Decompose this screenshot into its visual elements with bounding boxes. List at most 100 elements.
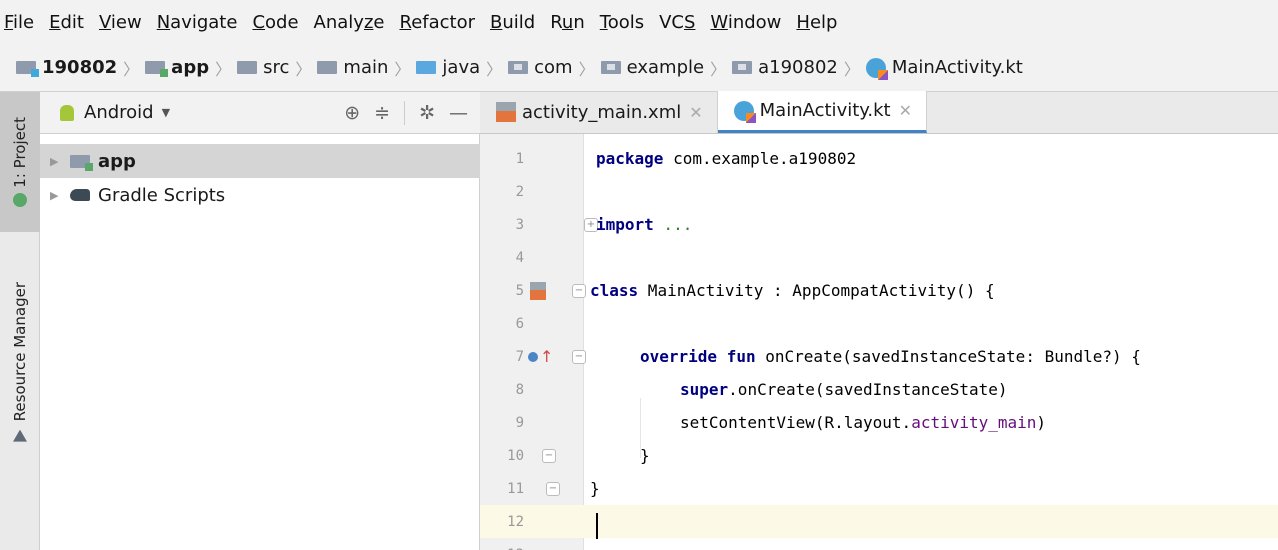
expand-arrow-icon[interactable]: ▶: [50, 189, 70, 202]
menu-view[interactable]: View: [99, 12, 142, 33]
tab-main-activity-kt[interactable]: MainActivity.kt ✕: [717, 91, 927, 133]
menu-edit[interactable]: Edit: [49, 12, 84, 33]
line-number: 10: [507, 447, 524, 464]
menu-tools[interactable]: Tools: [600, 12, 644, 33]
code-line: 1 package com.example.a190802: [480, 142, 1278, 175]
menu-build[interactable]: Build: [490, 12, 535, 33]
hide-panel-icon[interactable]: —: [449, 102, 468, 124]
line-number: 9: [515, 414, 524, 431]
code-line: 11 − }: [480, 472, 1278, 505]
project-panel-header: Android ▼ ⊕ ≑ ✲ —: [40, 92, 480, 134]
code-line: 8 super.onCreate(savedInstanceState): [480, 373, 1278, 406]
kotlin-class-icon: [865, 57, 888, 80]
code-line: 10 − }: [480, 439, 1278, 472]
menu-window[interactable]: Window: [710, 12, 781, 33]
code-line: 5 − class MainActivity : AppCompatActivi…: [480, 274, 1278, 307]
breadcrumb-item-a190802[interactable]: a190802: [732, 57, 838, 78]
overrides-method-icon[interactable]: ↑: [528, 347, 553, 366]
android-project-icon: [13, 193, 27, 208]
line-number: 7: [515, 348, 524, 365]
menu-navigate[interactable]: Navigate: [157, 12, 238, 33]
xml-layout-icon: [496, 102, 516, 122]
fold-end-icon[interactable]: −: [542, 448, 556, 463]
breadcrumb-item-app[interactable]: app: [145, 57, 209, 78]
resource-manager-icon: [13, 429, 27, 442]
chevron-right-icon: 〉: [578, 59, 595, 79]
breadcrumb: 190802 〉 app 〉 src 〉 main 〉 java 〉 com 〉…: [0, 44, 1278, 92]
code-line: 6: [480, 307, 1278, 340]
menu-refactor[interactable]: Refactor: [399, 12, 475, 33]
code-line: 3 + import ...: [480, 208, 1278, 241]
fold-collapse-icon[interactable]: −: [572, 283, 586, 298]
line-number: 4: [515, 249, 524, 266]
breadcrumb-item-main[interactable]: main: [317, 57, 388, 78]
line-number: 2: [515, 183, 524, 200]
gradle-elephant-icon: [70, 189, 90, 201]
module-folder-icon: [16, 61, 39, 77]
code-line: 13: [480, 538, 1278, 550]
line-number: 5: [515, 282, 524, 299]
line-number: 1: [515, 150, 524, 167]
line-number: 8: [515, 381, 524, 398]
module-folder-icon: [70, 154, 93, 171]
project-panel-toolbar: ⊕ ≑ ✲ —: [330, 92, 468, 134]
locate-file-icon[interactable]: ⊕: [344, 102, 360, 124]
tree-item-gradle-scripts[interactable]: ▶ Gradle Scripts: [40, 178, 480, 212]
chevron-right-icon: 〉: [394, 59, 411, 79]
dropdown-caret-icon[interactable]: ▼: [162, 106, 170, 119]
chevron-right-icon: 〉: [843, 59, 860, 79]
chevron-right-icon: 〉: [123, 59, 140, 79]
collapse-all-icon[interactable]: ≑: [374, 102, 390, 124]
breadcrumb-item-file[interactable]: MainActivity.kt: [865, 57, 1023, 80]
project-tool-button[interactable]: 1: Project: [0, 92, 40, 232]
fold-end-icon[interactable]: −: [546, 481, 560, 496]
code-editor[interactable]: 1 package com.example.a190802 2 3 + impo…: [480, 134, 1278, 550]
editor-tabs: activity_main.xml ✕ MainActivity.kt ✕: [480, 91, 1278, 134]
folder-icon: [317, 61, 338, 74]
folder-icon: [237, 61, 258, 74]
text-cursor: [596, 513, 598, 539]
breadcrumb-item-java[interactable]: java: [416, 57, 480, 78]
related-layout-icon[interactable]: [530, 281, 546, 300]
breadcrumb-item-src[interactable]: src: [237, 57, 289, 78]
source-folder-icon: [416, 61, 437, 74]
breadcrumb-item-com[interactable]: com: [508, 57, 573, 78]
close-icon[interactable]: ✕: [689, 103, 702, 122]
resource-manager-label: Resource Manager: [11, 282, 29, 422]
menu-code[interactable]: Code: [252, 12, 298, 33]
close-icon[interactable]: ✕: [899, 101, 912, 120]
menu-run[interactable]: Run: [550, 12, 585, 33]
toolbar-divider: [404, 101, 406, 125]
current-code-line: 12: [480, 505, 1278, 538]
project-view-selector[interactable]: Android: [84, 102, 154, 123]
menu-vcs[interactable]: VCS: [659, 12, 695, 33]
line-number: 13: [480, 547, 524, 550]
chevron-right-icon: 〉: [710, 59, 727, 79]
menu-file[interactable]: File: [4, 12, 34, 33]
code-line: 9 setContentView(R.layout.activity_main): [480, 406, 1278, 439]
chevron-right-icon: 〉: [486, 59, 503, 79]
chevron-right-icon: 〉: [215, 59, 232, 79]
menu-analyze[interactable]: Analyze: [314, 12, 385, 33]
code-line: 2: [480, 175, 1278, 208]
code-line: 4: [480, 241, 1278, 274]
package-icon: [508, 61, 529, 74]
gear-icon[interactable]: ✲: [419, 102, 435, 124]
breadcrumb-item-project[interactable]: 190802: [16, 57, 117, 78]
chevron-right-icon: 〉: [295, 59, 312, 79]
package-icon: [732, 61, 753, 74]
breadcrumb-item-example[interactable]: example: [600, 57, 704, 78]
menu-help[interactable]: Help: [796, 12, 837, 33]
module-folder-icon: [145, 61, 169, 77]
expand-arrow-icon[interactable]: ▶: [50, 155, 70, 168]
tree-item-app[interactable]: ▶ app: [40, 144, 480, 178]
package-icon: [600, 61, 621, 74]
kotlin-class-icon: [733, 100, 756, 123]
menu-bar: File Edit View Navigate Code Analyze Ref…: [0, 0, 1278, 44]
android-icon: [60, 104, 74, 121]
fold-collapse-icon[interactable]: −: [572, 349, 586, 364]
tab-activity-main-xml[interactable]: activity_main.xml ✕: [480, 91, 718, 133]
code-line: 7 ↑ − override fun onCreate(savedInstanc…: [480, 340, 1278, 373]
resource-manager-tool-button[interactable]: Resource Manager: [0, 252, 40, 472]
project-tree: ▶ app ▶ Gradle Scripts: [40, 134, 480, 550]
